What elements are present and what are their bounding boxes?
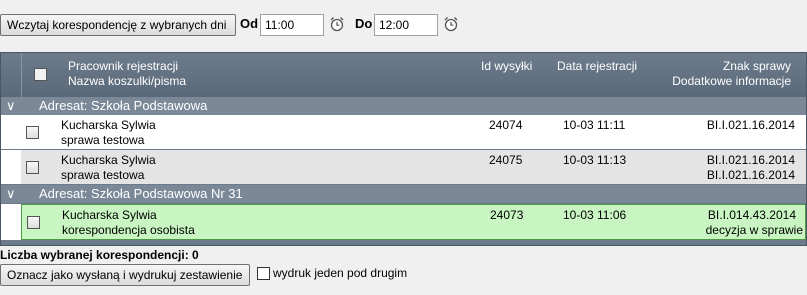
grid-header: Pracownik rejestracji Nazwa koszulki/pis… [1, 53, 806, 97]
cell-case-sign: BI.I.021.16.2014 [706, 153, 795, 167]
group-header[interactable]: ∨ Adresat: Szkoła Podstawowa [1, 97, 806, 115]
cell-name: sprawa testowa [61, 133, 145, 147]
chevron-down-icon[interactable]: ∨ [6, 185, 16, 203]
table-row[interactable]: Kucharska Sylwia sprawa testowa 24075 10… [21, 150, 806, 184]
cell-send-id: 24074 [489, 118, 523, 132]
print-option-label: wydruk jeden pod drugim [273, 266, 408, 280]
group-title: Adresat: Szkoła Podstawowa Nr 31 [39, 186, 243, 201]
from-time-input[interactable] [260, 14, 324, 36]
header-case-sign[interactable]: Znak sprawy [723, 59, 791, 73]
cell-extra-info: decyzja w sprawie [705, 223, 803, 237]
selected-count-label: Liczba wybranej korespondencji: 0 [0, 248, 199, 262]
header-send-id[interactable]: Id wysyłki [481, 59, 532, 73]
load-correspondence-button[interactable]: Wczytaj korespondencję z wybranych dni [0, 14, 236, 36]
print-option-checkbox[interactable] [257, 267, 270, 280]
cell-send-id: 24073 [490, 208, 524, 222]
row-checkbox[interactable] [26, 126, 39, 139]
cell-name: sprawa testowa [61, 168, 145, 182]
header-worker[interactable]: Pracownik rejestracji [68, 59, 178, 73]
table-row-selected[interactable]: Kucharska Sylwia korespondencja osobista… [21, 204, 806, 240]
group-header[interactable]: ∨ Adresat: Szkoła Podstawowa Nr 31 [1, 185, 806, 203]
cell-send-id: 24075 [489, 153, 523, 167]
from-label: Od [240, 16, 259, 31]
select-all-checkbox[interactable] [34, 68, 47, 81]
cell-case-sign: BI.I.014.43.2014 [707, 208, 796, 222]
correspondence-grid: Pracownik rejestracji Nazwa koszulki/pis… [0, 52, 807, 246]
cell-name: korespondencja osobista [62, 223, 195, 237]
row-checkbox[interactable] [26, 161, 39, 174]
table-row[interactable]: Kucharska Sylwia sprawa testowa 24074 10… [21, 115, 806, 149]
mark-sent-print-button[interactable]: Oznacz jako wysłaną i wydrukuj zestawien… [0, 264, 250, 286]
cell-reg-date: 10-03 11:13 [563, 153, 627, 167]
header-reg-date[interactable]: Data rejestracji [557, 59, 637, 73]
header-name[interactable]: Nazwa koszulki/pisma [68, 74, 186, 88]
chevron-down-icon[interactable]: ∨ [6, 97, 16, 115]
cell-reg-date: 10-03 11:06 [563, 208, 627, 222]
header-extra-info[interactable]: Dodatkowe informacje [672, 74, 791, 88]
row-checkbox[interactable] [27, 216, 40, 229]
cell-extra-info: BI.I.021.16.2014 [706, 168, 795, 182]
cell-worker: Kucharska Sylwia [61, 118, 156, 132]
cell-worker: Kucharska Sylwia [62, 208, 157, 222]
cell-worker: Kucharska Sylwia [61, 153, 156, 167]
to-time-input[interactable] [374, 14, 438, 36]
alarm-clock-icon[interactable] [329, 16, 345, 32]
cell-reg-date: 10-03 11:11 [563, 118, 626, 132]
to-label: Do [355, 16, 373, 31]
cell-case-sign: BI.I.021.16.2014 [706, 118, 795, 132]
alarm-clock-icon[interactable] [443, 16, 459, 32]
group-title: Adresat: Szkoła Podstawowa [39, 98, 208, 113]
